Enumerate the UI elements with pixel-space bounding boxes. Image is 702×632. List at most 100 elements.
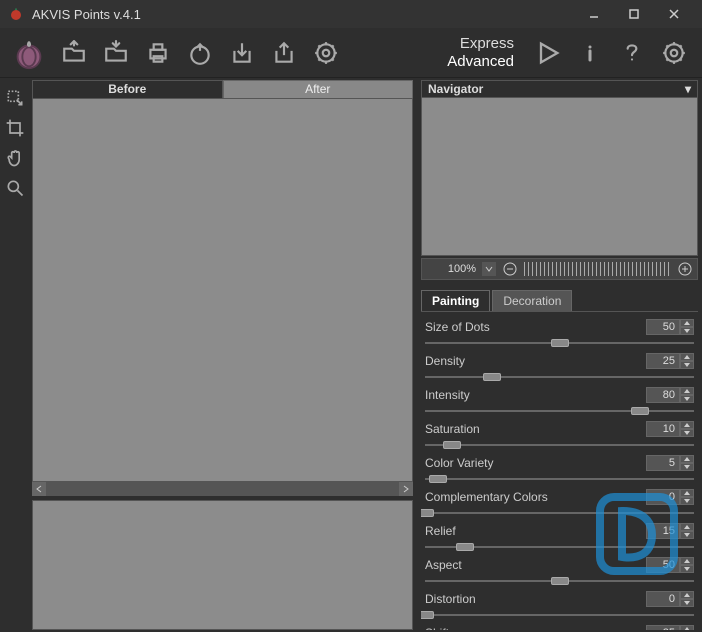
param-spinner[interactable] [680,523,694,539]
param-label: Complementary Colors [425,490,646,504]
param-value-input[interactable]: 50 [646,557,680,573]
print-button[interactable] [138,33,178,73]
spinner-up-icon[interactable] [680,319,694,327]
param-value-input[interactable]: 10 [646,421,680,437]
param-label: Aspect [425,558,646,572]
parameters-panel: Size of Dots 50 Density 25 Intensity 8 [421,312,698,630]
navigator-view[interactable] [421,98,698,256]
param-spinner[interactable] [680,319,694,335]
zoom-slider[interactable] [524,262,671,276]
zoom-tool[interactable] [1,174,29,202]
info-button[interactable] [570,33,610,73]
param-spinner[interactable] [680,625,694,630]
param-value-input[interactable]: 0 [646,489,680,505]
right-panel: Navigator ▾ 100% Painting Decoration Siz… [417,78,702,632]
param-spinner[interactable] [680,489,694,505]
navigator-header[interactable]: Navigator ▾ [421,80,698,98]
param-slider[interactable] [425,610,694,620]
param-slider[interactable] [425,474,694,484]
param-shift: Shift 25 [425,624,694,630]
spinner-down-icon[interactable] [680,565,694,573]
mode-advanced[interactable]: Advanced [443,53,518,71]
param-saturation: Saturation 10 [425,420,694,450]
spinner-up-icon[interactable] [680,387,694,395]
param-slider[interactable] [425,338,694,348]
param-spinner[interactable] [680,387,694,403]
zoom-in-icon[interactable] [677,261,693,277]
spinner-down-icon[interactable] [680,327,694,335]
param-distortion: Distortion 0 [425,590,694,620]
spinner-up-icon[interactable] [680,625,694,630]
param-size-of-dots: Size of Dots 50 [425,318,694,348]
param-spinner[interactable] [680,421,694,437]
param-value-input[interactable]: 5 [646,455,680,471]
quick-preview-tool[interactable] [1,84,29,112]
settings-button[interactable] [654,33,694,73]
main-area: Before After Navigator ▾ 100% Painting D… [0,78,702,632]
parameter-tabs: Painting Decoration [421,290,698,312]
save-button[interactable] [96,33,136,73]
run-button[interactable] [528,33,568,73]
close-button[interactable] [654,0,694,28]
titlebar: AKVIS Points v.4.1 [0,0,702,28]
param-spinner[interactable] [680,591,694,607]
param-slider[interactable] [425,508,694,518]
param-value-input[interactable]: 80 [646,387,680,403]
param-label: Color Variety [425,456,646,470]
tab-before[interactable]: Before [32,80,223,98]
zoom-dropdown[interactable] [482,262,496,276]
scroll-right-icon[interactable] [399,482,413,496]
scroll-left-icon[interactable] [32,482,46,496]
spinner-down-icon[interactable] [680,599,694,607]
spinner-down-icon[interactable] [680,531,694,539]
param-slider[interactable] [425,440,694,450]
tab-after[interactable]: After [223,80,414,98]
spinner-up-icon[interactable] [680,353,694,361]
maximize-button[interactable] [614,0,654,28]
collapse-icon[interactable]: ▾ [685,82,691,96]
image-tabs: Before After [32,80,413,98]
onion-icon[interactable] [6,33,52,73]
crop-tool[interactable] [1,114,29,142]
param-value-input[interactable]: 50 [646,319,680,335]
spinner-up-icon[interactable] [680,591,694,599]
spinner-down-icon[interactable] [680,429,694,437]
param-density: Density 25 [425,352,694,382]
spinner-up-icon[interactable] [680,523,694,531]
tab-painting[interactable]: Painting [421,290,490,311]
spinner-down-icon[interactable] [680,395,694,403]
zoom-out-icon[interactable] [502,261,518,277]
param-spinner[interactable] [680,353,694,369]
export-preset-button[interactable] [264,33,304,73]
mode-switch[interactable]: Express Advanced [443,35,518,71]
spinner-up-icon[interactable] [680,557,694,565]
param-slider[interactable] [425,372,694,382]
horizontal-scrollbar[interactable] [32,482,413,496]
import-preset-button[interactable] [222,33,262,73]
hand-tool[interactable] [1,144,29,172]
canvas[interactable] [32,98,413,482]
batch-button[interactable] [306,33,346,73]
param-value-input[interactable]: 25 [646,625,680,630]
param-value-input[interactable]: 25 [646,353,680,369]
minimize-button[interactable] [574,0,614,28]
param-slider[interactable] [425,406,694,416]
param-value-input[interactable]: 15 [646,523,680,539]
share-button[interactable] [180,33,220,73]
param-value-input[interactable]: 0 [646,591,680,607]
mode-express[interactable]: Express [443,35,518,53]
preview-strip [32,500,413,630]
param-spinner[interactable] [680,455,694,471]
spinner-down-icon[interactable] [680,361,694,369]
help-button[interactable] [612,33,652,73]
spinner-up-icon[interactable] [680,455,694,463]
param-spinner[interactable] [680,557,694,573]
param-slider[interactable] [425,542,694,552]
spinner-down-icon[interactable] [680,497,694,505]
spinner-up-icon[interactable] [680,421,694,429]
param-slider[interactable] [425,576,694,586]
spinner-down-icon[interactable] [680,463,694,471]
spinner-up-icon[interactable] [680,489,694,497]
open-button[interactable] [54,33,94,73]
tab-decoration[interactable]: Decoration [492,290,572,311]
